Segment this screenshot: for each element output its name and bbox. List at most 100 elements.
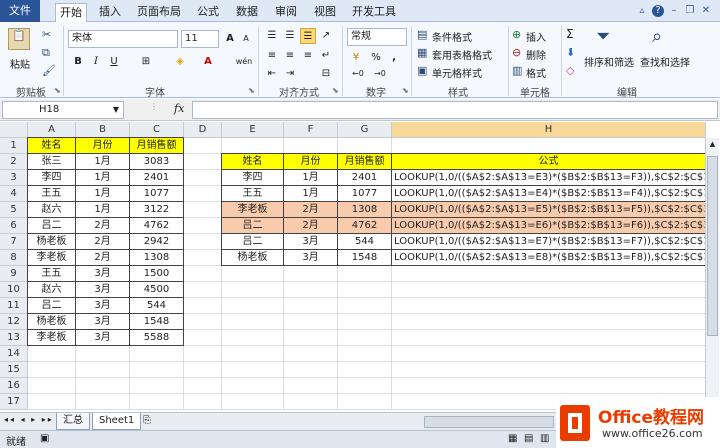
border-icon[interactable]: ⊞ — [138, 54, 154, 70]
fill-icon[interactable]: ⬇ — [566, 46, 575, 59]
data-cell[interactable]: 544 — [338, 234, 391, 249]
format-as-table-button[interactable]: 套用表格格式 — [432, 47, 492, 62]
row-header-9[interactable]: 9 — [0, 266, 28, 282]
data-cell[interactable]: 2401 — [338, 170, 391, 185]
fill-color-icon[interactable]: ◈ — [172, 54, 188, 70]
column-header-f[interactable]: F — [284, 122, 338, 138]
delete-cells-button[interactable]: 删除 — [526, 47, 546, 62]
data-cell[interactable]: 吕二 — [222, 234, 283, 249]
tab-developer[interactable]: 开发工具 — [348, 3, 400, 22]
formula-cell[interactable]: LOOKUP(1,0/(($A$2:$A$13=E8)*($B$2:$B$13=… — [392, 250, 705, 265]
tab-data[interactable]: 数据 — [231, 3, 263, 22]
header-cell[interactable]: 月销售额 — [130, 138, 183, 153]
data-cell[interactable]: 1077 — [130, 186, 183, 201]
data-cell[interactable]: 李四 — [222, 170, 283, 185]
column-header-h[interactable]: H — [392, 122, 706, 138]
header-cell[interactable]: 月份 — [76, 138, 129, 153]
data-cell[interactable]: 李老板 — [28, 250, 75, 265]
tab-home[interactable]: 开始 — [55, 3, 87, 22]
ribbon-minimize-icon[interactable]: ▵ — [636, 5, 648, 17]
data-cell[interactable]: 杨老板 — [28, 234, 75, 249]
data-cell[interactable]: 3月 — [76, 330, 129, 345]
increase-decimal-icon[interactable]: ←0 — [350, 66, 366, 82]
row-header-5[interactable]: 5 — [0, 202, 28, 218]
formula-cell[interactable]: LOOKUP(1,0/(($A$2:$A$13=E3)*($B$2:$B$13=… — [392, 170, 705, 185]
bold-button[interactable]: B — [70, 54, 86, 70]
alignment-launcher-icon[interactable]: ⬊ — [332, 86, 339, 95]
grow-font-button[interactable]: A — [222, 31, 238, 47]
conditional-format-icon[interactable]: ▤ — [417, 28, 427, 41]
data-cell[interactable]: 李老板 — [222, 202, 283, 217]
delete-icon[interactable]: ⊖ — [512, 46, 521, 59]
find-select-button[interactable]: 查找和选择 — [640, 54, 690, 69]
data-cell[interactable]: 吕二 — [222, 218, 283, 233]
font-size-input[interactable]: 11 — [181, 30, 219, 48]
data-cell[interactable]: 2月 — [76, 234, 129, 249]
shrink-font-button[interactable]: A — [238, 31, 254, 47]
row-header-4[interactable]: 4 — [0, 186, 28, 202]
data-cell[interactable]: 1077 — [338, 186, 391, 201]
new-sheet-icon[interactable]: ⎘ — [143, 415, 151, 426]
normal-view-icon[interactable]: ▦ — [508, 433, 517, 444]
align-bottom-icon[interactable]: ☰ — [300, 28, 316, 44]
data-cell[interactable]: 2月 — [76, 250, 129, 265]
format-cells-button[interactable]: 格式 — [526, 65, 546, 80]
row-header-14[interactable]: 14 — [0, 346, 28, 362]
tab-view[interactable]: 视图 — [309, 3, 341, 22]
align-left-icon[interactable]: ≡ — [264, 48, 280, 64]
formula-cell[interactable]: LOOKUP(1,0/(($A$2:$A$13=E7)*($B$2:$B$13=… — [392, 234, 705, 249]
formula-cell[interactable]: LOOKUP(1,0/(($A$2:$A$13=E6)*($B$2:$B$13=… — [392, 218, 705, 233]
data-cell[interactable]: 3月 — [76, 314, 129, 329]
row-header-8[interactable]: 8 — [0, 250, 28, 266]
data-cell[interactable]: 李四 — [28, 170, 75, 185]
scroll-up-icon[interactable]: ▲ — [707, 140, 718, 152]
vertical-scrollbar[interactable]: ▲ — [705, 138, 719, 410]
cut-icon[interactable]: ✂ — [42, 28, 51, 41]
row-header-12[interactable]: 12 — [0, 314, 28, 330]
font-color-icon[interactable]: A — [200, 54, 216, 70]
tab-formulas[interactable]: 公式 — [192, 3, 224, 22]
phonetic-button[interactable]: wén — [232, 54, 256, 70]
align-middle-icon[interactable]: ☰ — [282, 28, 298, 44]
underline-button[interactable]: U — [106, 54, 122, 70]
row-header-1[interactable]: 1 — [0, 138, 28, 154]
tab-review[interactable]: 审阅 — [270, 3, 302, 22]
data-cell[interactable]: 1500 — [130, 266, 183, 281]
sort-filter-icon[interactable]: ⏷ — [596, 26, 610, 47]
data-cell[interactable]: 2401 — [130, 170, 183, 185]
number-launcher-icon[interactable]: ⬊ — [402, 86, 409, 95]
data-cell[interactable]: 2942 — [130, 234, 183, 249]
orientation-icon[interactable]: ↗ — [318, 28, 334, 44]
copy-icon[interactable]: ⧉ — [42, 46, 50, 60]
data-cell[interactable]: 3122 — [130, 202, 183, 217]
formula-cell[interactable]: LOOKUP(1,0/(($A$2:$A$13=E5)*($B$2:$B$13=… — [392, 202, 705, 217]
row-header-3[interactable]: 3 — [0, 170, 28, 186]
close-icon[interactable]: ✕ — [700, 5, 712, 17]
data-cell[interactable]: 5588 — [130, 330, 183, 345]
data-cell[interactable]: 1月 — [284, 186, 337, 201]
column-header-a[interactable]: A — [28, 122, 76, 138]
formula-input[interactable] — [192, 101, 718, 119]
data-cell[interactable]: 吕二 — [28, 298, 75, 313]
row-header-13[interactable]: 13 — [0, 330, 28, 346]
data-cell[interactable]: 赵六 — [28, 282, 75, 297]
formula-cell[interactable]: LOOKUP(1,0/(($A$2:$A$13=E4)*($B$2:$B$13=… — [392, 186, 705, 201]
data-cell[interactable]: 2月 — [76, 218, 129, 233]
column-header-d[interactable]: D — [184, 122, 222, 138]
horizontal-scroll-thumb[interactable] — [424, 416, 554, 428]
row-header-17[interactable]: 17 — [0, 394, 28, 410]
decrease-decimal-icon[interactable]: →0 — [372, 66, 388, 82]
row-header-10[interactable]: 10 — [0, 282, 28, 298]
data-cell[interactable]: 1月 — [76, 154, 129, 169]
data-cell[interactable]: 1548 — [338, 250, 391, 265]
column-header-e[interactable]: E — [222, 122, 284, 138]
help-icon[interactable]: ? — [652, 5, 664, 17]
data-cell[interactable]: 1月 — [76, 202, 129, 217]
data-cell[interactable]: 3月 — [76, 282, 129, 297]
wrap-text-icon[interactable]: ↵ — [318, 48, 334, 64]
format-table-icon[interactable]: ▦ — [417, 46, 427, 59]
align-right-icon[interactable]: ≡ — [300, 48, 316, 64]
data-cell[interactable]: 4500 — [130, 282, 183, 297]
data-cell[interactable]: 王五 — [28, 186, 75, 201]
conditional-format-button[interactable]: 条件格式 — [432, 29, 472, 44]
